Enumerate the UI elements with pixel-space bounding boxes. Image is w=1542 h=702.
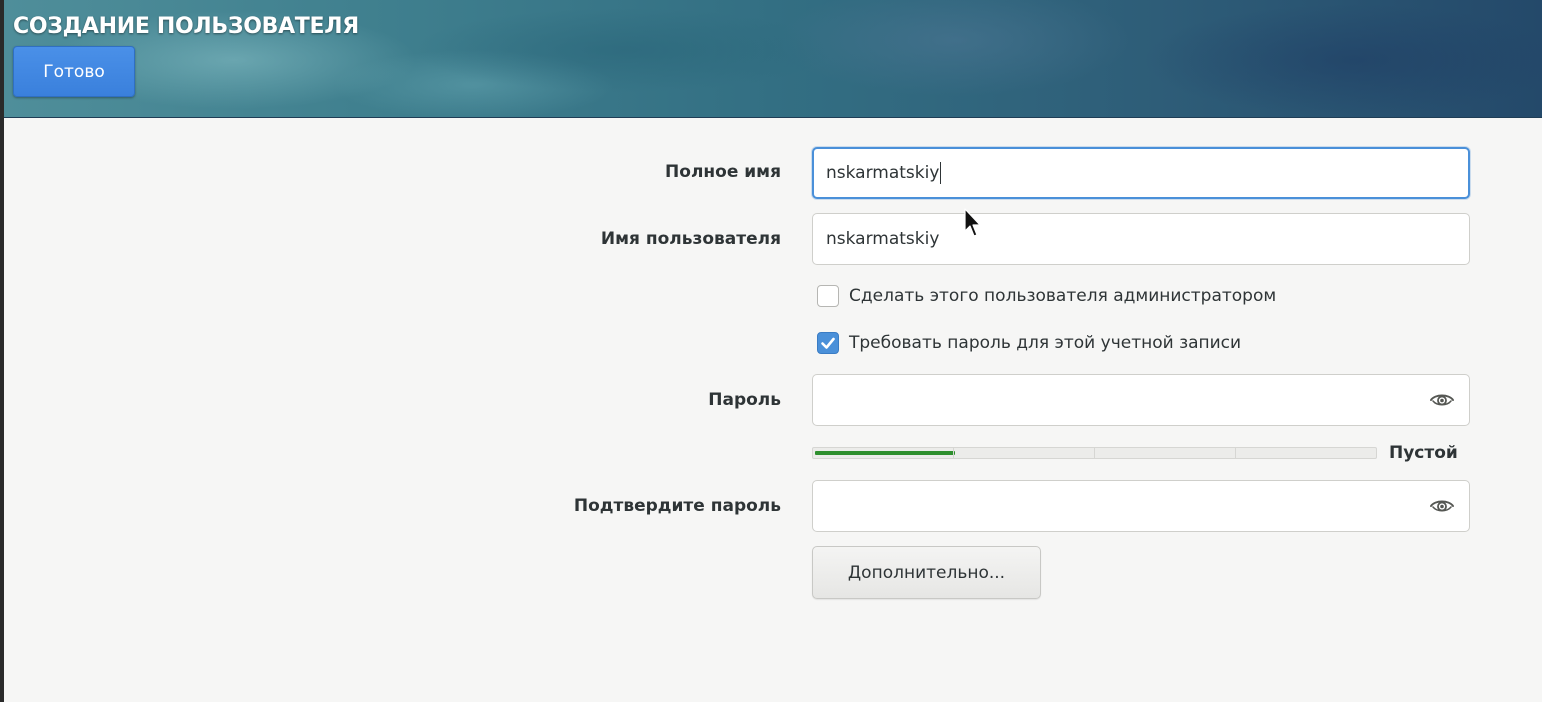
password-strength-text: Пустой [1389, 443, 1458, 463]
strength-segment-divider [1094, 448, 1095, 458]
checkmark-icon [821, 337, 835, 349]
eye-icon[interactable] [1429, 497, 1455, 515]
require-password-label: Требовать пароль для этой учетной записи [849, 333, 1242, 353]
mouse-pointer-icon [964, 208, 981, 237]
advanced-button[interactable]: Дополнительно... [812, 546, 1041, 599]
confirm-password-field[interactable] [812, 480, 1470, 532]
page-title: СОЗДАНИЕ ПОЛЬЗОВАТЕЛЯ [13, 14, 359, 39]
strength-segment-divider [1235, 448, 1236, 458]
strength-segment-divider [953, 448, 954, 458]
create-user-dialog: СОЗДАНИЕ ПОЛЬЗОВАТЕЛЯ Готово Полное имя … [4, 0, 1542, 702]
make-admin-checkbox[interactable] [817, 285, 839, 307]
make-admin-option[interactable]: Сделать этого пользователя администратор… [817, 285, 1276, 307]
full-name-field[interactable]: nskarmatskiy [812, 147, 1470, 199]
done-button[interactable]: Готово [13, 46, 135, 97]
text-caret [940, 162, 942, 184]
username-value: nskarmatskiy [826, 229, 940, 249]
confirm-password-label: Подтвердите пароль [573, 496, 781, 516]
header-bar: СОЗДАНИЕ ПОЛЬЗОВАТЕЛЯ Готово [4, 0, 1542, 118]
require-password-checkbox[interactable] [817, 332, 839, 354]
password-strength-fill [815, 451, 955, 455]
require-password-option[interactable]: Требовать пароль для этой учетной записи [817, 332, 1241, 354]
full-name-value: nskarmatskiy [826, 163, 940, 183]
eye-icon[interactable] [1429, 391, 1455, 409]
password-strength-meter [812, 447, 1377, 459]
username-label: Имя пользователя [600, 229, 781, 249]
make-admin-label: Сделать этого пользователя администратор… [849, 286, 1277, 306]
password-label: Пароль [708, 390, 781, 410]
username-field[interactable]: nskarmatskiy [812, 213, 1470, 265]
full-name-label: Полное имя [665, 162, 781, 182]
password-field[interactable] [812, 374, 1470, 426]
